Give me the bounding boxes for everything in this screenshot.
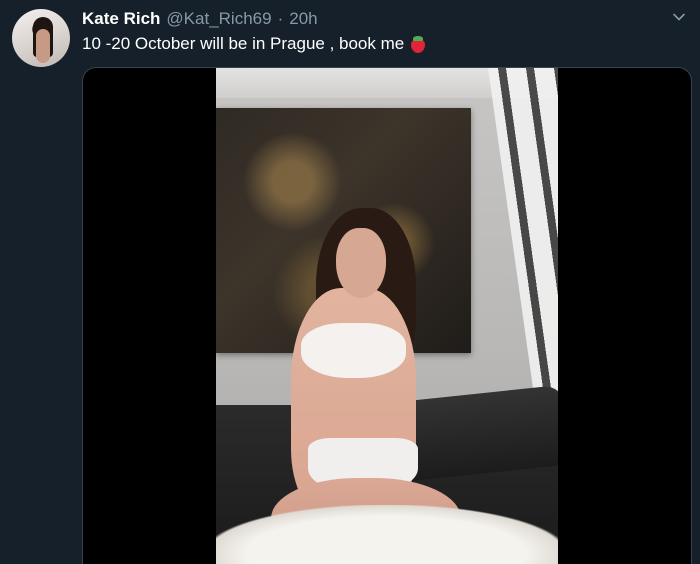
strawberry-icon (410, 35, 426, 53)
video-figure-top (301, 323, 406, 378)
tweet-body: 10 -20 October will be in Prague , book … (82, 34, 405, 53)
tweet[interactable]: Kate Rich @Kat_Rich69 · 20h 10 -20 Octob… (0, 0, 700, 564)
author-name[interactable]: Kate Rich (82, 9, 160, 29)
tweet-header: Kate Rich @Kat_Rich69 · 20h (82, 9, 318, 29)
tweet-text: 10 -20 October will be in Prague , book … (82, 34, 426, 54)
video-frame (216, 68, 558, 564)
chevron-down-icon[interactable] (672, 10, 686, 24)
avatar[interactable] (12, 9, 70, 67)
video-figure-face (336, 228, 386, 298)
video-scene-curtain (488, 68, 558, 418)
video-scene-rug (216, 505, 558, 564)
author-handle[interactable]: @Kat_Rich69 (166, 9, 271, 29)
separator-dot: · (277, 9, 284, 28)
tweet-timestamp[interactable]: 20h (289, 9, 317, 29)
avatar-figure (36, 29, 50, 63)
tweet-media-video[interactable] (82, 67, 692, 564)
